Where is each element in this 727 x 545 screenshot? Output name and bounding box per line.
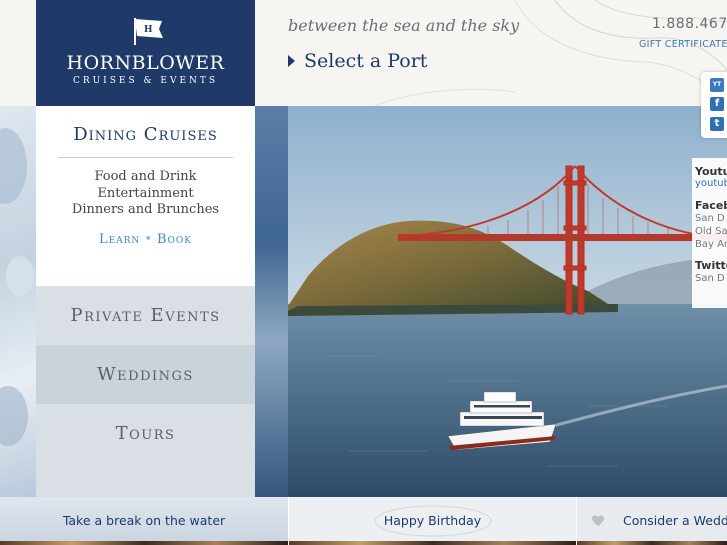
tagline: between the sea and the sky: [288, 16, 520, 35]
select-port-link[interactable]: Select a Port: [288, 50, 427, 72]
dining-feature-item: Food and Drink: [94, 169, 197, 184]
brand-name: HORNBLOWER: [66, 52, 225, 74]
book-link[interactable]: Book: [157, 232, 192, 247]
brand-subtitle: CRUISES & EVENTS: [72, 76, 219, 86]
heart-icon: [592, 515, 604, 526]
dining-feature-item: Dinners and Brunches: [71, 202, 220, 217]
promo-label: Take a break on the water: [62, 513, 226, 528]
promo-image-strip: [577, 541, 727, 545]
dining-cruises-title[interactable]: Dining Cruises: [36, 124, 255, 145]
hero-image-golden-gate: [288, 106, 727, 497]
learn-link[interactable]: Learn: [99, 232, 140, 247]
nav-private-events[interactable]: Private Events: [36, 286, 255, 345]
twitter-item[interactable]: San D: [695, 272, 727, 285]
phone-number: 1.888.467.6: [652, 16, 727, 32]
youtube-link[interactable]: youtub: [695, 178, 727, 189]
nav-weddings[interactable]: Weddings: [36, 345, 255, 404]
facebook-icon[interactable]: f: [710, 97, 724, 111]
twitter-icon[interactable]: t: [710, 117, 724, 131]
promo-label: Consider a Weddin: [623, 513, 727, 528]
promo-take-a-break[interactable]: Take a break on the water: [0, 497, 288, 545]
gift-certificates-link[interactable]: GIFT CERTIFICATES: [639, 39, 727, 50]
dining-actions: Learn • Book: [36, 232, 255, 247]
nav-filler: [36, 463, 255, 497]
dining-cruises-panel: Dining Cruises Food and Drink Entertainm…: [36, 106, 255, 286]
promo-image-strip: [0, 541, 288, 545]
nav-tours[interactable]: Tours: [36, 404, 255, 463]
flag-logo-icon: H: [134, 18, 163, 45]
arrow-right-icon: [288, 55, 295, 67]
social-icons: YT f t: [701, 72, 727, 138]
facebook-item[interactable]: Bay Ar: [695, 238, 727, 251]
svg-text:H: H: [144, 25, 153, 35]
divider-photo-strip: [255, 106, 288, 497]
facebook-item[interactable]: San D: [695, 212, 727, 225]
select-port-label: Select a Port: [304, 50, 428, 72]
main-nav: Dining Cruises Food and Drink Entertainm…: [36, 106, 255, 497]
youtube-heading: Youtu: [695, 165, 727, 178]
facebook-item[interactable]: Old Sa: [695, 225, 727, 238]
promo-happy-birthday[interactable]: Happy Birthday: [288, 497, 576, 545]
promo-image-strip: [289, 541, 576, 545]
left-decorative-photo: [0, 106, 36, 497]
promo-consider-a-wedding[interactable]: Consider a Weddin: [576, 497, 727, 545]
separator-dot: •: [144, 232, 153, 247]
hornblower-logo[interactable]: H HORNBLOWER CRUISES & EVENTS: [36, 0, 255, 106]
dining-feature-item: Entertainment: [97, 185, 194, 201]
dining-features: Food and Drink Entertainment Dinners and…: [36, 169, 255, 219]
social-feed-panel: Youtu youtub Faceb San D Old Sa Bay Ar T…: [692, 158, 727, 308]
promo-label: Happy Birthday: [383, 513, 482, 528]
divider: [58, 157, 233, 158]
youtube-icon[interactable]: YT: [710, 78, 724, 92]
twitter-heading: Twitte: [695, 259, 727, 272]
facebook-heading: Faceb: [695, 199, 727, 212]
